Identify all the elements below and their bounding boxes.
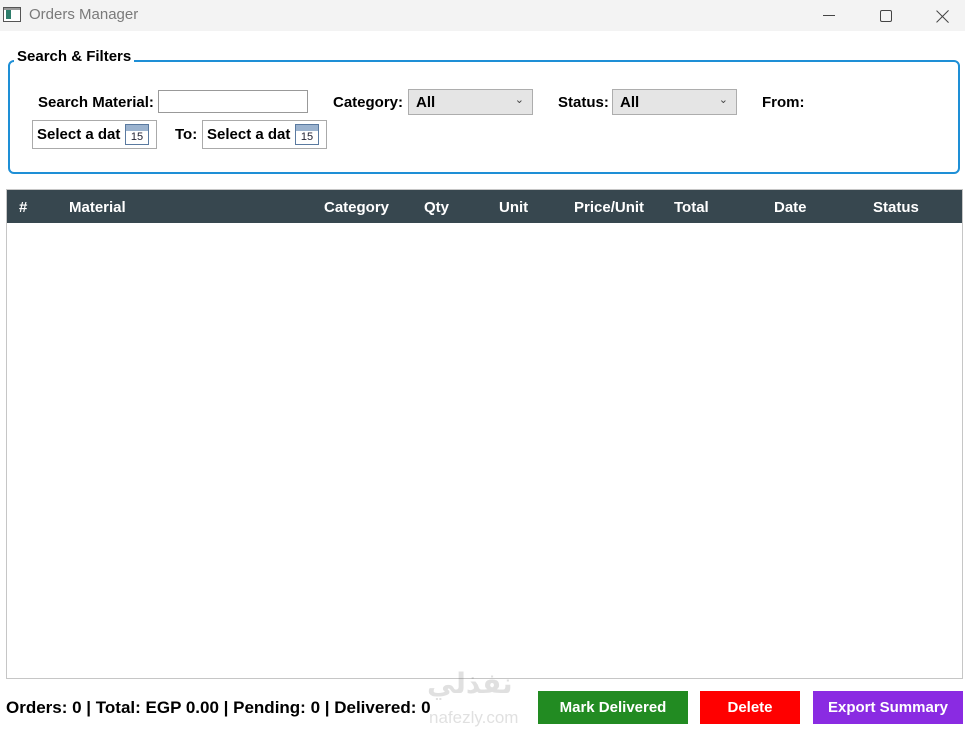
to-date-picker[interactable]: Select a dat 15: [202, 120, 327, 149]
app-icon: [3, 7, 21, 22]
status-selected-value: All: [620, 94, 640, 111]
status-label: Status:: [558, 94, 609, 111]
category-label: Category:: [333, 94, 404, 111]
maximize-button[interactable]: [857, 0, 915, 31]
title-bar: Orders Manager: [0, 0, 965, 31]
mark-delivered-button[interactable]: Mark Delivered: [538, 691, 688, 724]
column-header-date[interactable]: Date: [774, 199, 807, 216]
status-combobox[interactable]: All ⌄: [612, 89, 737, 115]
orders-grid[interactable]: # Material Category Qty Unit Price/Unit …: [6, 189, 963, 679]
orders-summary: Orders: 0 | Total: EGP 0.00 | Pending: 0…: [6, 698, 431, 717]
column-header-qty[interactable]: Qty: [424, 199, 449, 216]
calendar-icon[interactable]: 15: [125, 124, 149, 145]
chevron-down-icon: ⌄: [718, 94, 728, 106]
column-header-total[interactable]: Total: [674, 199, 709, 216]
grid-header: # Material Category Qty Unit Price/Unit …: [7, 190, 962, 223]
from-label: From:: [762, 94, 805, 111]
filters-group-label: Search & Filters: [14, 48, 135, 65]
category-combobox[interactable]: All ⌄: [408, 89, 533, 115]
delete-button[interactable]: Delete: [700, 691, 800, 724]
to-date-placeholder: Select a dat: [207, 126, 291, 143]
maximize-icon: [880, 9, 892, 22]
column-header-status[interactable]: Status: [873, 199, 919, 216]
filters-groupbox: [8, 60, 960, 174]
column-header-category[interactable]: Category: [324, 199, 389, 216]
column-header-unit[interactable]: Unit: [499, 199, 528, 216]
export-summary-button[interactable]: Export Summary: [813, 691, 963, 724]
column-header-number[interactable]: #: [19, 199, 27, 216]
chevron-down-icon: ⌄: [514, 94, 524, 106]
from-date-picker[interactable]: Select a dat 15: [32, 120, 157, 149]
from-date-placeholder: Select a dat: [37, 126, 121, 143]
close-icon: [936, 9, 950, 23]
watermark-latin: nafezly.com: [429, 708, 519, 727]
column-header-price-unit[interactable]: Price/Unit: [574, 199, 644, 216]
search-material-label: Search Material:: [38, 94, 154, 111]
column-header-material[interactable]: Material: [69, 199, 126, 216]
category-selected-value: All: [416, 94, 436, 111]
calendar-icon[interactable]: 15: [295, 124, 319, 145]
search-material-input[interactable]: [158, 90, 308, 113]
window-title: Orders Manager: [29, 6, 139, 23]
close-button[interactable]: [914, 0, 965, 31]
minimize-button[interactable]: [800, 0, 858, 31]
minimize-icon: [823, 15, 835, 16]
to-label: To:: [175, 126, 198, 143]
